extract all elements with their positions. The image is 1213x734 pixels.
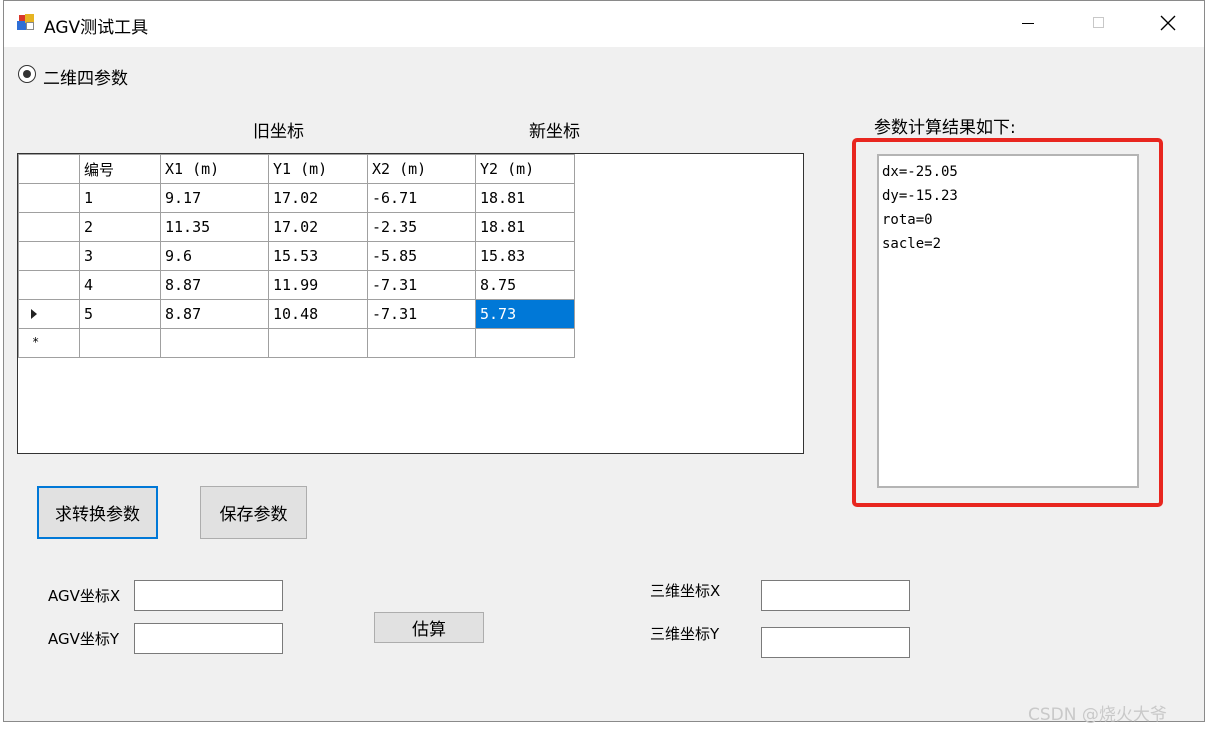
three-x-input[interactable] xyxy=(761,580,910,611)
table-cell[interactable]: -6.71 xyxy=(367,183,476,213)
new-row-icon: * xyxy=(32,335,40,349)
coords-data-grid[interactable]: 编号 X1 (m) Y1 (m) X2 (m) Y2 (m) 1 9.17 17… xyxy=(17,153,804,454)
current-row-arrow-icon xyxy=(31,309,37,319)
compute-params-button[interactable]: 求转换参数 xyxy=(37,486,158,539)
table-cell[interactable] xyxy=(367,328,476,358)
table-cell[interactable]: 18.81 xyxy=(475,212,575,242)
column-header[interactable]: X1 (m) xyxy=(160,154,269,184)
table-cell[interactable]: 10.48 xyxy=(268,299,368,329)
column-header[interactable]: X2 (m) xyxy=(367,154,476,184)
table-cell[interactable]: 5 xyxy=(79,299,161,329)
old-coords-header: 旧坐标 xyxy=(253,122,304,142)
result-line: dx=-25.05 xyxy=(882,164,958,180)
agv-y-label: AGV坐标Y xyxy=(48,630,120,648)
agv-x-label: AGV坐标X xyxy=(48,587,121,605)
table-row[interactable]: 3 9.6 15.53 -5.85 15.83 xyxy=(18,241,575,271)
three-y-label: 三维坐标Y xyxy=(650,625,720,643)
mode-radio[interactable] xyxy=(18,65,36,83)
agv-y-input[interactable] xyxy=(134,623,283,654)
title-bar[interactable]: AGV测试工具 xyxy=(4,1,1204,47)
table-cell[interactable]: 11.99 xyxy=(268,270,368,300)
row-header[interactable] xyxy=(18,299,80,329)
table-row[interactable]: 1 9.17 17.02 -6.71 18.81 xyxy=(18,183,575,213)
table-cell[interactable]: 2 xyxy=(79,212,161,242)
table-cell[interactable] xyxy=(268,328,368,358)
column-header[interactable]: Y2 (m) xyxy=(475,154,575,184)
row-header[interactable] xyxy=(18,212,80,242)
header-row: 编号 X1 (m) Y1 (m) X2 (m) Y2 (m) xyxy=(18,154,575,184)
table-row-new[interactable]: * xyxy=(18,328,575,358)
table-row[interactable]: 2 11.35 17.02 -2.35 18.81 xyxy=(18,212,575,242)
main-window: AGV测试工具 二维四参数 旧坐标 新坐标 编号 X1 (m) Y1 (m) X… xyxy=(3,0,1205,722)
close-icon xyxy=(1160,15,1176,31)
table-cell[interactable]: -7.31 xyxy=(367,270,476,300)
estimate-button[interactable]: 估算 xyxy=(374,612,484,643)
table-cell-selected[interactable]: 5.73 xyxy=(475,299,575,329)
result-line: dy=-15.23 xyxy=(882,188,958,204)
results-label: 参数计算结果如下: xyxy=(874,118,1016,138)
save-params-button[interactable]: 保存参数 xyxy=(200,486,307,539)
app-icon xyxy=(17,13,35,31)
table-cell[interactable] xyxy=(160,328,269,358)
table-row-current[interactable]: 5 8.87 10.48 -7.31 5.73 xyxy=(18,299,575,329)
table-cell[interactable]: 15.83 xyxy=(475,241,575,271)
mode-radio-label[interactable]: 二维四参数 xyxy=(43,64,128,89)
agv-x-input[interactable] xyxy=(134,580,283,611)
row-header[interactable] xyxy=(18,183,80,213)
table-cell[interactable]: 4 xyxy=(79,270,161,300)
table-cell[interactable]: 8.87 xyxy=(160,299,269,329)
table-cell[interactable] xyxy=(475,328,575,358)
row-header[interactable] xyxy=(18,270,80,300)
table-cell[interactable]: 8.87 xyxy=(160,270,269,300)
table-cell[interactable]: 8.75 xyxy=(475,270,575,300)
close-button[interactable] xyxy=(1156,11,1180,35)
table-row[interactable]: 4 8.87 11.99 -7.31 8.75 xyxy=(18,270,575,300)
table-cell[interactable]: 9.17 xyxy=(160,183,269,213)
three-y-input[interactable] xyxy=(761,627,910,658)
row-header[interactable]: * xyxy=(18,328,80,358)
maximize-button[interactable] xyxy=(1087,11,1111,35)
table-cell[interactable]: 3 xyxy=(79,241,161,271)
window-title: AGV测试工具 xyxy=(44,18,149,38)
new-coords-header: 新坐标 xyxy=(529,122,580,142)
table-cell[interactable]: 18.81 xyxy=(475,183,575,213)
coords-table: 编号 X1 (m) Y1 (m) X2 (m) Y2 (m) 1 9.17 17… xyxy=(18,154,575,358)
result-line: sacle=2 xyxy=(882,236,942,252)
watermark: CSDN @烧火大爷 xyxy=(1028,705,1167,725)
result-line: rota=0 xyxy=(882,212,933,228)
table-cell[interactable]: 1 xyxy=(79,183,161,213)
minimize-button[interactable] xyxy=(1016,11,1040,35)
table-cell[interactable] xyxy=(79,328,161,358)
table-cell[interactable]: 17.02 xyxy=(268,212,368,242)
table-cell[interactable]: -7.31 xyxy=(367,299,476,329)
table-cell[interactable]: 11.35 xyxy=(160,212,269,242)
table-cell[interactable]: 15.53 xyxy=(268,241,368,271)
table-cell[interactable]: -2.35 xyxy=(367,212,476,242)
column-header[interactable]: 编号 xyxy=(79,154,161,184)
row-header[interactable] xyxy=(18,241,80,271)
table-cell[interactable]: -5.85 xyxy=(367,241,476,271)
corner-cell[interactable] xyxy=(18,154,80,184)
results-textbox[interactable]: dx=-25.05 dy=-15.23 rota=0 sacle=2 xyxy=(877,154,1139,488)
three-x-label: 三维坐标X xyxy=(650,582,721,600)
table-cell[interactable]: 17.02 xyxy=(268,183,368,213)
table-cell[interactable]: 9.6 xyxy=(160,241,269,271)
column-header[interactable]: Y1 (m) xyxy=(268,154,368,184)
